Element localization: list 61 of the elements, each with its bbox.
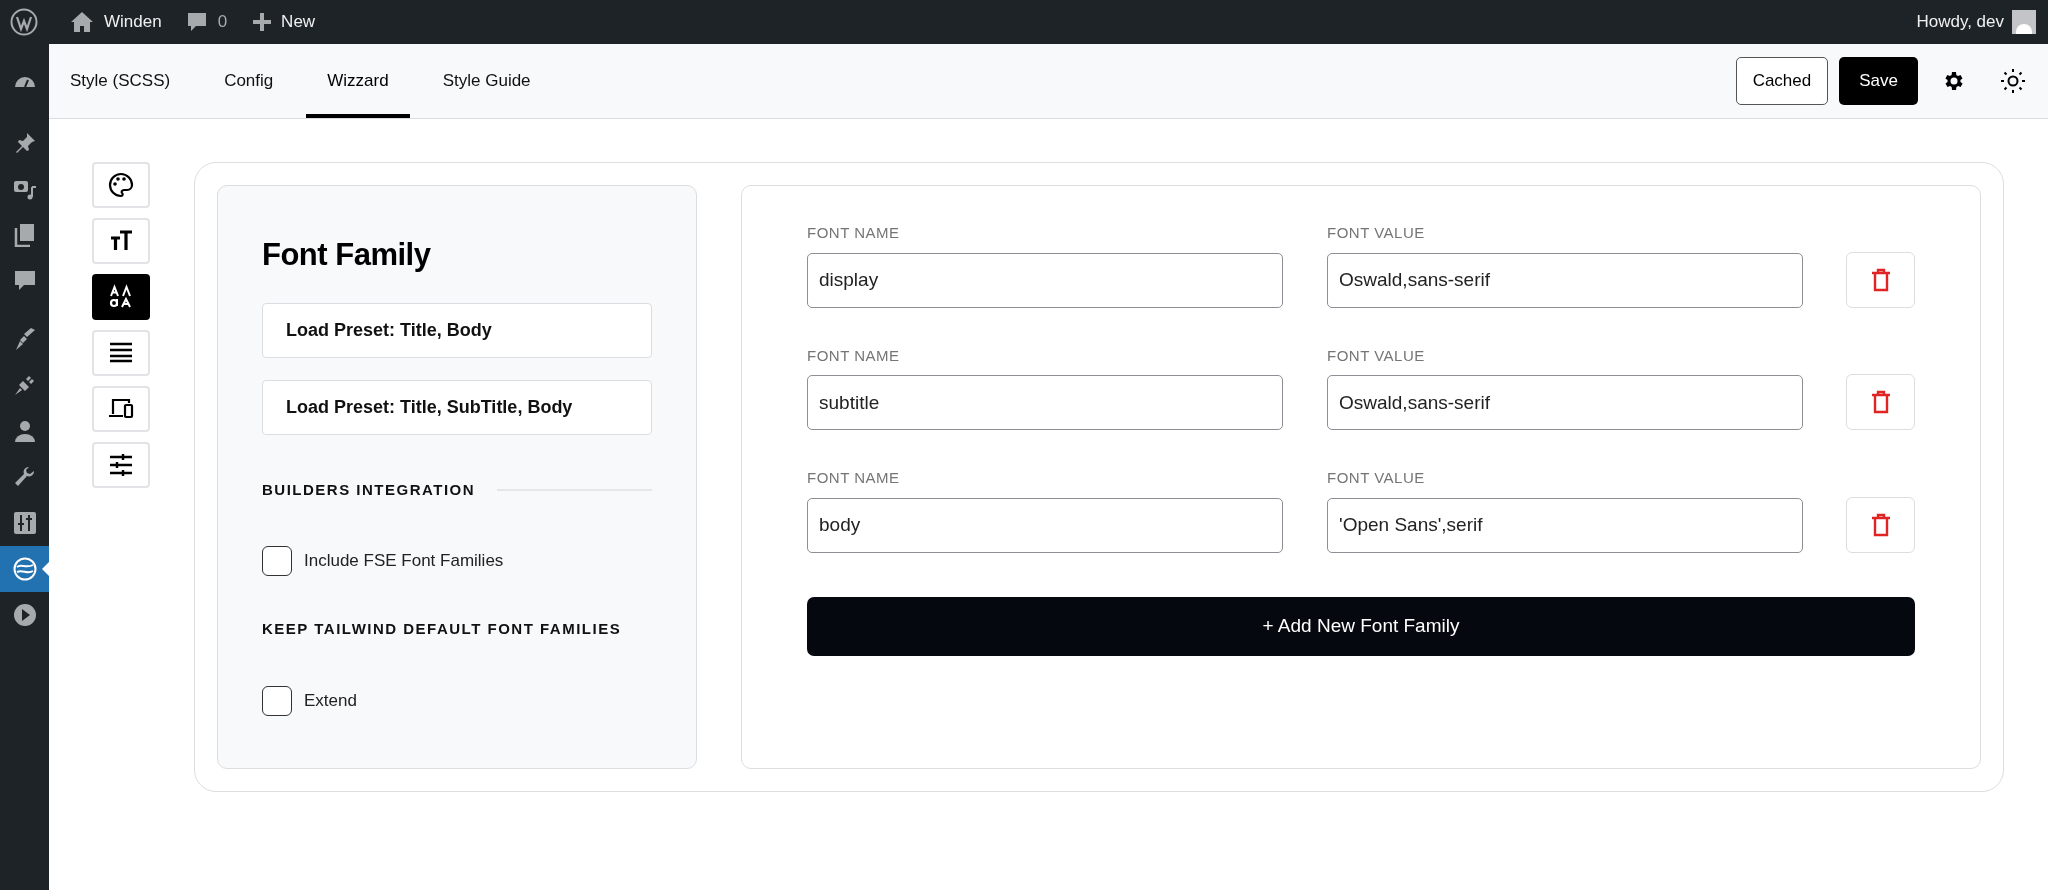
plug-icon bbox=[12, 373, 37, 397]
plus-icon[interactable] bbox=[253, 13, 272, 31]
user-icon bbox=[12, 419, 37, 443]
delete-button[interactable] bbox=[1846, 496, 1915, 553]
wordpress-logo-icon[interactable] bbox=[10, 8, 38, 36]
swirl-logo-icon bbox=[12, 557, 37, 581]
field-label: FONT NAME bbox=[807, 468, 901, 488]
comment-icon bbox=[12, 269, 37, 293]
trash-icon bbox=[1870, 390, 1891, 414]
checkbox[interactable] bbox=[262, 546, 292, 576]
load-preset-button[interactable]: Load Preset: Title, Body bbox=[262, 302, 652, 358]
tab[interactable]: Style Guide bbox=[421, 44, 552, 118]
comment-count[interactable]: 0 bbox=[217, 9, 228, 35]
delete-button[interactable] bbox=[1846, 251, 1915, 308]
delete-button[interactable] bbox=[1846, 374, 1915, 430]
field-label: FONT NAME bbox=[807, 345, 901, 366]
palette-icon bbox=[108, 172, 134, 198]
site-name-link[interactable]: Winden bbox=[104, 9, 162, 35]
tab[interactable]: Style (SCSS) bbox=[49, 44, 192, 118]
checkbox[interactable] bbox=[262, 685, 292, 716]
trash-icon bbox=[1870, 267, 1891, 292]
wizard-step-button[interactable] bbox=[92, 274, 150, 320]
trash-icon bbox=[1870, 512, 1891, 537]
section-heading: BUILDERS INTEGRATION bbox=[262, 479, 476, 500]
comment-icon[interactable] bbox=[185, 11, 208, 33]
tab[interactable]: Wizzard bbox=[306, 44, 410, 118]
wizard-step-button[interactable] bbox=[92, 330, 150, 376]
field-label: FONT VALUE bbox=[1327, 223, 1426, 243]
home-icon[interactable] bbox=[70, 11, 94, 33]
tab[interactable]: Config bbox=[203, 44, 295, 118]
font-name-field[interactable]: display bbox=[807, 252, 1283, 308]
wizard-step-button[interactable] bbox=[92, 442, 150, 488]
current-pointer bbox=[42, 562, 49, 576]
font-value-field[interactable]: Oswald,sans-serif bbox=[1327, 375, 1803, 430]
checkbox-label: Include FSE Font Families bbox=[304, 550, 504, 573]
section-heading: KEEP TAILWIND DEFAULT FONT FAMILIES bbox=[262, 619, 622, 639]
adjustments-icon bbox=[108, 452, 134, 478]
panel-title: Font Family bbox=[262, 236, 432, 274]
font-name-field[interactable]: body bbox=[807, 497, 1283, 553]
wizard-step-button[interactable] bbox=[92, 218, 150, 264]
field-label: FONT VALUE bbox=[1327, 345, 1426, 366]
add-font-family-button[interactable]: + Add New Font Family bbox=[807, 596, 1915, 656]
font-styles-icon bbox=[108, 284, 134, 310]
font-name-field[interactable]: subtitle bbox=[807, 375, 1283, 430]
greeting-link[interactable]: Howdy, dev bbox=[1916, 9, 2004, 35]
wizard-step-button[interactable] bbox=[92, 162, 150, 208]
field-label: FONT VALUE bbox=[1327, 468, 1426, 488]
play-icon bbox=[12, 603, 37, 627]
checkbox-label: Extend bbox=[304, 689, 357, 712]
field-label: FONT NAME bbox=[807, 223, 901, 243]
sun-icon[interactable] bbox=[2000, 68, 2026, 94]
font-value-field[interactable]: Oswald,sans-serif bbox=[1327, 252, 1803, 308]
sliders-icon bbox=[12, 511, 37, 535]
new-link[interactable]: New bbox=[281, 9, 316, 35]
pages-icon bbox=[12, 223, 37, 247]
save-button[interactable]: Save bbox=[1839, 57, 1918, 105]
load-preset-button[interactable]: Load Preset: Title, SubTitle, Body bbox=[262, 379, 652, 435]
admin-menu-item[interactable] bbox=[0, 546, 49, 592]
wizard-step-button[interactable] bbox=[92, 386, 150, 432]
font-value-field[interactable]: 'Open Sans',serif bbox=[1327, 497, 1803, 553]
cached-button[interactable]: Cached bbox=[1735, 57, 1829, 105]
